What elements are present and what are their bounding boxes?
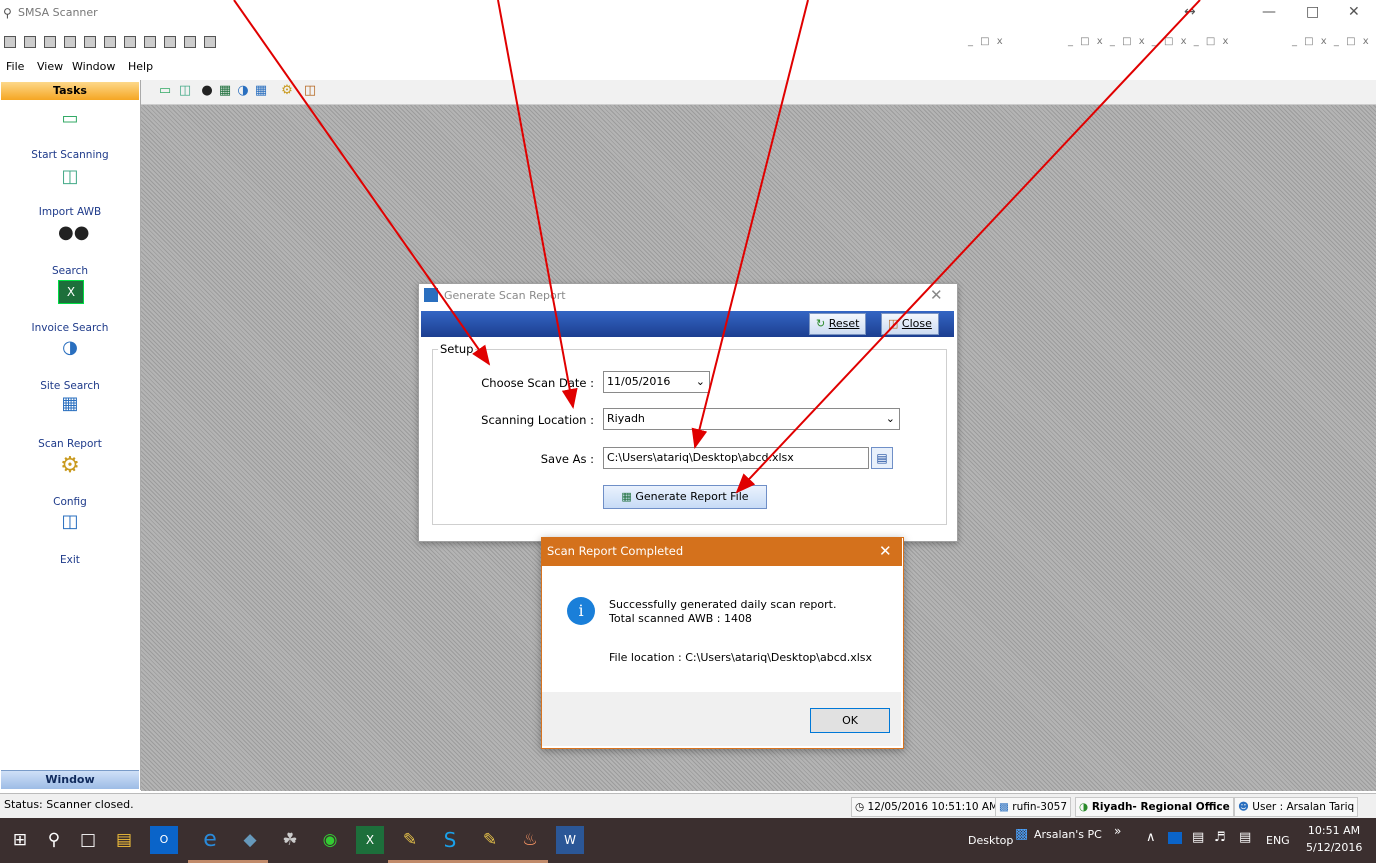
arrow-to-scan-date [233,0,491,366]
arrow-to-location [497,0,578,409]
arrow-to-save-as [691,0,809,449]
annotation-arrows [233,0,1201,494]
arrow-to-generate [735,0,1201,494]
